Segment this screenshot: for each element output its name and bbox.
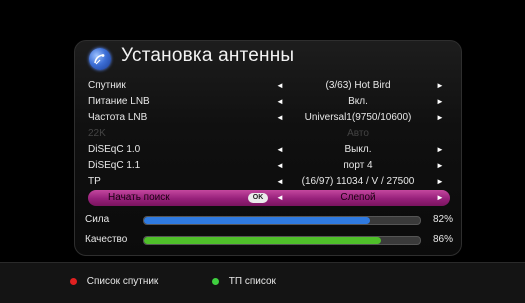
row-label: Спутник [88,80,126,91]
menu-row-start-search[interactable]: Начать поиск OK ◄ Слепой ► [88,190,450,206]
menu-row-lnb-frequency[interactable]: Частота LNB ◄ Universal1(9750/10600) ► [88,110,450,126]
row-label: Частота LNB [88,112,148,123]
arrow-left-icon[interactable]: ◄ [276,94,284,110]
settings-menu: Спутник ◄ (3/63) Hot Bird ► Питание LNB … [88,78,450,206]
arrow-left-icon[interactable]: ◄ [276,110,284,126]
menu-row-diseqc-1-0[interactable]: DiSEqC 1.0 ◄ Выкл. ► [88,142,450,158]
arrow-left-icon[interactable]: ◄ [276,174,284,190]
row-label: DiSEqC 1.1 [88,160,141,171]
menu-row-satellite[interactable]: Спутник ◄ (3/63) Hot Bird ► [88,78,450,94]
satellite-list-label: Список спутник [86,276,159,287]
row-value: Вкл. [348,96,368,107]
signal-quality-value: 86% [432,234,453,245]
signal-strength-value: 82% [432,214,453,225]
signal-quality-bar [143,236,421,245]
signal-quality: Качество 86% [75,233,461,247]
signal-quality-fill [144,237,382,244]
menu-row-diseqc-1-1[interactable]: DiSEqC 1.1 ◄ порт 4 ► [88,158,450,174]
antenna-setup-panel: Установка антенны Спутник ◄ (3/63) Hot B… [74,40,462,256]
row-value: (16/97) 11034 / V / 27500 [301,176,415,187]
signal-strength-bar [143,216,421,225]
menu-row-lnb-power[interactable]: Питание LNB ◄ Вкл. ► [88,94,450,110]
menu-row-transponder[interactable]: TP ◄ (16/97) 11034 / V / 27500 ► [88,174,450,190]
row-value: Выкл. [344,144,372,155]
row-label: TP [88,176,101,187]
arrow-right-icon[interactable]: ► [436,110,444,126]
row-value: Авто [347,128,369,139]
page-title: Установка антенны [121,45,295,66]
row-value: Слепой [340,192,376,203]
arrow-right-icon[interactable]: ► [436,174,444,190]
arrow-right-icon[interactable]: ► [436,94,444,110]
row-label: Питание LNB [88,96,150,107]
tp-list-button[interactable]: ТП список [212,276,276,287]
footer-bar: Список спутник ТП список [0,262,525,303]
signal-strength-fill [144,217,371,224]
arrow-left-icon[interactable]: ◄ [276,142,284,158]
tp-list-label: ТП список [228,276,276,287]
signal-quality-label: Качество [85,234,128,245]
row-label: Начать поиск [108,192,170,203]
arrow-right-icon[interactable]: ► [436,190,444,206]
row-value: Universal1(9750/10600) [304,112,412,123]
row-label: DiSEqC 1.0 [88,144,141,155]
arrow-right-icon[interactable]: ► [436,78,444,94]
panel-header: Установка антенны [75,41,461,75]
signal-strength-label: Сила [85,214,110,225]
row-value: порт 4 [343,160,373,171]
satellite-list-button[interactable]: Список спутник [70,276,158,287]
menu-row-22k: 22K ◄ Авто ► [88,126,450,142]
ok-button-icon[interactable]: OK [248,193,268,203]
satellite-dish-icon [89,48,111,70]
row-value: (3/63) Hot Bird [325,80,391,91]
red-key-icon [70,277,77,285]
signal-strength: Сила 82% [75,213,461,227]
arrow-left-icon[interactable]: ◄ [276,78,284,94]
arrow-left-icon[interactable]: ◄ [276,158,284,174]
arrow-left-icon[interactable]: ◄ [276,190,284,206]
arrow-right-icon[interactable]: ► [436,158,444,174]
row-label: 22K [88,128,106,139]
arrow-right-icon[interactable]: ► [436,142,444,158]
green-key-icon [212,277,219,285]
